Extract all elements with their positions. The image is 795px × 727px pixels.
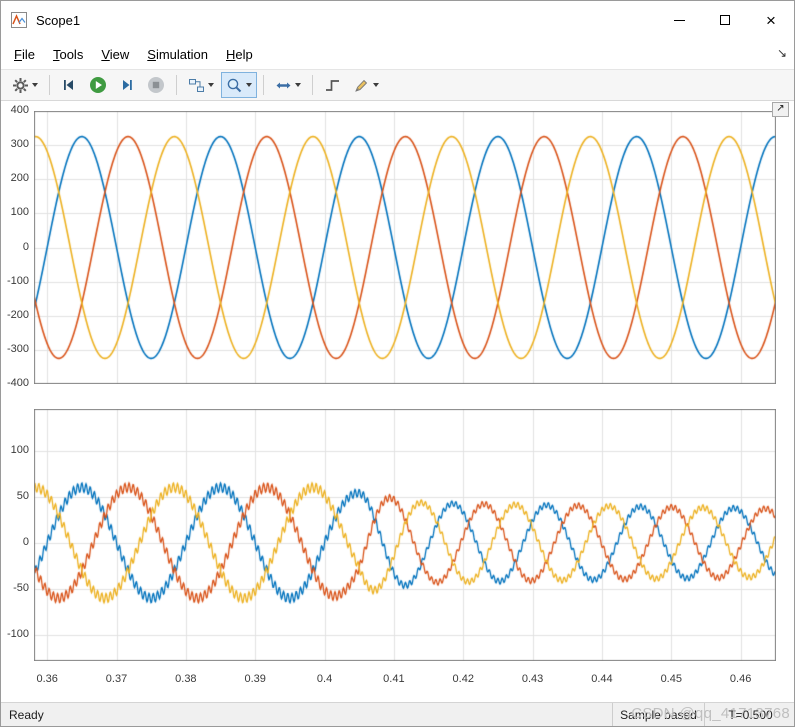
close-button[interactable]: × xyxy=(748,1,794,39)
toolbar-separator xyxy=(49,75,50,95)
current-plot-canvas[interactable] xyxy=(34,409,776,661)
y-tick-label: 100 xyxy=(10,443,29,456)
gear-icon xyxy=(13,77,28,93)
y-tick-label: -400 xyxy=(6,377,29,389)
x-tick-label: 0.38 xyxy=(175,673,197,685)
x-tick-label: 0.46 xyxy=(729,673,752,685)
dock-arrow-icon[interactable]: ↘ xyxy=(777,46,787,60)
scope-display: ↗ 400 300 200 100 0 -100 -200 -300 -400 100 50 0 -50… xyxy=(1,101,794,704)
step-back-button[interactable] xyxy=(56,72,82,98)
trigger-button[interactable] xyxy=(319,72,346,98)
measurements-button[interactable] xyxy=(348,72,384,98)
x-tick-label: 0.36 xyxy=(36,673,58,685)
y-tick-label: -50 xyxy=(13,582,29,594)
x-tick-label: 0.37 xyxy=(105,673,128,685)
scope-icon xyxy=(11,12,27,28)
menu-view[interactable]: View xyxy=(92,43,138,66)
caret-down-icon xyxy=(32,83,38,87)
watermark: CSDN @qq_41713768 xyxy=(631,705,790,722)
x-tick-label: 0.39 xyxy=(244,673,266,685)
y-tick-label: -300 xyxy=(6,342,29,355)
menu-file[interactable]: File xyxy=(5,43,44,66)
status-ready: Ready xyxy=(9,707,44,722)
trigger-icon xyxy=(326,79,339,91)
y-tick-label: -100 xyxy=(6,274,29,287)
maximize-icon xyxy=(720,15,730,25)
caret-down-icon xyxy=(295,83,301,87)
stop-button[interactable] xyxy=(142,72,170,98)
caret-down-icon xyxy=(208,83,214,87)
menu-simulation[interactable]: Simulation xyxy=(138,43,217,66)
x-tick-label: 0.45 xyxy=(660,673,682,685)
y-tick-label: 0 xyxy=(22,535,29,548)
window-title: Scope1 xyxy=(36,12,81,28)
layout-button[interactable] xyxy=(183,72,219,98)
y-tick-label: 300 xyxy=(10,138,29,151)
minimize-button[interactable] xyxy=(656,1,702,39)
titlebar: Scope1 × xyxy=(1,1,794,39)
y-tick-label: 0 xyxy=(22,240,29,253)
run-icon xyxy=(90,77,106,93)
caret-down-icon xyxy=(246,83,252,87)
step-forward-button[interactable] xyxy=(114,72,140,98)
panel-expand-button[interactable]: ↗ xyxy=(772,102,789,117)
scope-window: Scope1 × File Tools View Simulation Help… xyxy=(0,0,795,727)
y-tick-label: -100 xyxy=(6,628,29,641)
y-tick-label: 50 xyxy=(16,489,29,502)
span-x-icon xyxy=(276,82,291,88)
step-forward-icon xyxy=(123,80,132,90)
caret-down-icon xyxy=(373,83,379,87)
window-controls: × xyxy=(656,1,794,39)
y-tick-label: 400 xyxy=(10,104,29,116)
toolbar-separator xyxy=(312,75,313,95)
close-icon: × xyxy=(766,10,776,30)
x-tick-label: 0.4 xyxy=(316,673,333,685)
x-tick-label: 0.41 xyxy=(383,673,405,685)
settings-button[interactable] xyxy=(7,72,43,98)
maximize-button[interactable] xyxy=(702,1,748,39)
arrow-up-right-icon: ↗ xyxy=(776,103,785,114)
x-tick-label: 0.43 xyxy=(521,673,544,685)
toolbar-separator xyxy=(263,75,264,95)
y-tick-label: 100 xyxy=(10,206,29,219)
toolbar xyxy=(1,69,794,101)
menubar: File Tools View Simulation Help ↘ xyxy=(1,39,794,69)
x-tick-label: 0.44 xyxy=(591,673,613,685)
step-back-icon xyxy=(64,80,73,90)
menu-tools[interactable]: Tools xyxy=(44,43,92,66)
toolbar-separator xyxy=(176,75,177,95)
y-tick-label: -200 xyxy=(6,308,29,321)
minimize-icon xyxy=(673,19,685,21)
stop-icon xyxy=(148,77,164,93)
y-tick-label: 200 xyxy=(10,172,29,185)
run-button[interactable] xyxy=(84,72,112,98)
menu-help[interactable]: Help xyxy=(217,43,262,66)
span-x-button[interactable] xyxy=(270,72,306,98)
measurements-icon xyxy=(355,79,368,92)
x-tick-label: 0.42 xyxy=(452,673,474,685)
zoom-button[interactable] xyxy=(221,72,257,98)
layout-icon xyxy=(189,78,204,92)
zoom-icon xyxy=(227,78,242,92)
voltage-plot-canvas[interactable] xyxy=(34,111,776,384)
